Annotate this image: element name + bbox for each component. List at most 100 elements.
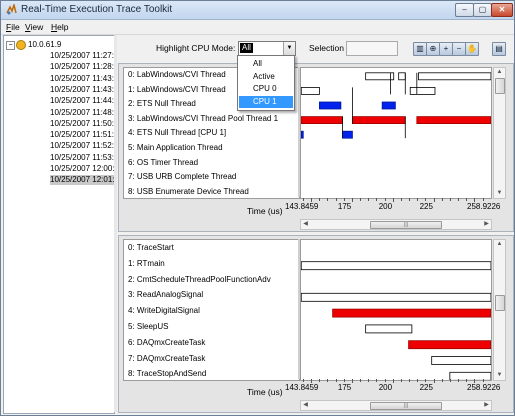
row-label[interactable]: 3: LabWindows/CVI Thread Pool Thread 1 bbox=[128, 113, 278, 125]
row-label[interactable]: 6: DAQmxCreateTask bbox=[128, 337, 205, 349]
row-label[interactable]: 0: TraceStart bbox=[128, 242, 174, 254]
zoom-box-icon[interactable]: ⊕ bbox=[426, 42, 440, 56]
row-label[interactable]: 7: DAQmxCreateTask bbox=[128, 353, 205, 365]
gantt-segment[interactable] bbox=[301, 116, 343, 124]
zoom-in-icon[interactable]: + bbox=[439, 42, 453, 56]
gantt-segment[interactable] bbox=[301, 86, 320, 95]
row-label[interactable]: 4: WriteDigitalSignal bbox=[128, 305, 200, 317]
row-label[interactable]: 5: SleepUS bbox=[128, 321, 168, 333]
tree-item[interactable]: 10/25/2007 11:43: bbox=[50, 85, 114, 95]
threads-vscroll[interactable]: ▲ ▼ bbox=[493, 67, 506, 199]
scroll-left-icon[interactable]: ◀ bbox=[301, 401, 310, 410]
tree-item[interactable]: 10/25/2007 11:52: bbox=[50, 141, 114, 151]
menu-file[interactable]: File bbox=[6, 22, 20, 32]
tree-item[interactable]: 10/25/2007 11:28: bbox=[50, 62, 114, 72]
scroll-right-icon[interactable]: ▶ bbox=[482, 401, 491, 410]
events-hscroll[interactable]: ◀ ||| ▶ bbox=[300, 400, 492, 411]
gantt-segment[interactable] bbox=[381, 101, 396, 110]
gantt-segment[interactable] bbox=[431, 356, 491, 365]
axis-minor-tick bbox=[474, 379, 476, 383]
gantt-segment[interactable] bbox=[409, 86, 436, 95]
scroll-thumb[interactable] bbox=[495, 295, 505, 311]
gantt-segment[interactable] bbox=[301, 130, 304, 139]
pan-hand-icon[interactable]: ✋ bbox=[465, 42, 479, 56]
maximize-button[interactable]: ▢ bbox=[473, 3, 492, 17]
row-label[interactable]: 1: LabWindows/CVI Thread bbox=[128, 84, 226, 96]
export-icon[interactable]: ▤ bbox=[492, 42, 506, 56]
gantt-segment[interactable] bbox=[352, 116, 406, 124]
row-label[interactable]: 6: OS Timer Thread bbox=[128, 157, 198, 169]
axis-minor-tick bbox=[409, 379, 411, 382]
row-label[interactable]: 3: ReadAnalogSignal bbox=[128, 289, 203, 301]
tree-item[interactable]: 10/25/2007 11:27: bbox=[50, 51, 114, 61]
axis-tick-label: 200 bbox=[378, 202, 393, 211]
dropdown-option[interactable]: Active bbox=[239, 71, 293, 83]
dropdown-option[interactable]: CPU 0 bbox=[239, 83, 293, 95]
menu-view[interactable]: View bbox=[25, 22, 43, 32]
tree-item[interactable]: 10/25/2007 12:00: bbox=[50, 164, 114, 174]
threads-hscroll[interactable]: ◀ ||| ▶ bbox=[300, 219, 492, 230]
session-tree[interactable]: − 10.0.61.9 10/25/2007 11:27: 10/25/2007 … bbox=[3, 35, 115, 414]
row-label[interactable]: 0: LabWindows/CVI Thread bbox=[128, 69, 226, 81]
events-label-list[interactable]: 0: TraceStart 1: RTmain 2: CmtScheduleThre… bbox=[123, 239, 300, 381]
tree-item[interactable]: 10/25/2007 11:51: bbox=[50, 130, 114, 140]
row-label[interactable]: 7: USB URB Complete Thread bbox=[128, 171, 236, 183]
dropdown-option[interactable]: CPU 1 bbox=[239, 95, 293, 108]
gantt-segment[interactable] bbox=[332, 308, 491, 318]
gantt-segment[interactable] bbox=[398, 72, 406, 81]
row-label[interactable]: 4: ETS Null Thread [CPU 1] bbox=[128, 127, 226, 139]
axis-minor-tick bbox=[368, 198, 370, 201]
gantt-segment[interactable] bbox=[301, 292, 491, 302]
row-label[interactable]: 1: RTmain bbox=[128, 258, 165, 270]
tree-item[interactable]: 10/25/2007 11:43: bbox=[50, 74, 114, 84]
row-label[interactable]: 2: CmtScheduleThreadPoolFunctionAdv bbox=[128, 274, 271, 286]
pane-splitter[interactable] bbox=[114, 35, 117, 412]
gantt-segment[interactable] bbox=[416, 116, 491, 124]
collapse-icon[interactable]: − bbox=[6, 41, 15, 50]
menu-help[interactable]: Help bbox=[51, 22, 68, 32]
close-button[interactable]: ✕ bbox=[491, 3, 513, 17]
scroll-thumb[interactable] bbox=[495, 78, 505, 94]
axis-minor-tick bbox=[425, 379, 427, 382]
events-plot[interactable] bbox=[300, 239, 492, 381]
row-label[interactable]: 2: ETS Null Thread bbox=[128, 98, 196, 110]
scroll-down-icon[interactable]: ▼ bbox=[494, 371, 505, 380]
row-label[interactable]: 8: USB Enumerate Device Thread bbox=[128, 186, 249, 198]
gantt-segment[interactable] bbox=[408, 340, 491, 350]
scroll-down-icon[interactable]: ▼ bbox=[494, 189, 505, 198]
tree-item[interactable]: 10/25/2007 11:48: bbox=[50, 108, 114, 118]
bar-chart-icon[interactable]: ▥ bbox=[413, 42, 427, 56]
scroll-left-icon[interactable]: ◀ bbox=[301, 220, 310, 229]
row-label[interactable]: 5: Main Application Thread bbox=[128, 142, 223, 154]
minimize-button[interactable]: – bbox=[455, 3, 474, 17]
hscroll-thumb[interactable]: ||| bbox=[370, 402, 442, 410]
events-vscroll[interactable]: ▲ ▼ bbox=[493, 239, 506, 381]
gantt-segment[interactable] bbox=[301, 261, 491, 271]
dropdown-option[interactable]: All bbox=[239, 58, 293, 70]
hscroll-thumb[interactable]: ||| bbox=[370, 221, 442, 229]
tree-item[interactable]: 10/25/2007 11:50: bbox=[50, 119, 114, 129]
title-bar[interactable]: Real-Time Execution Trace Toolkit – ▢ ✕ bbox=[1, 1, 514, 20]
cpu-mode-dropdown[interactable]: All Active CPU 0 CPU 1 bbox=[237, 55, 295, 111]
tree-item[interactable]: 10/25/2007 12:01: bbox=[50, 175, 114, 186]
scroll-right-icon[interactable]: ▶ bbox=[482, 220, 491, 229]
gantt-segment[interactable] bbox=[418, 72, 491, 81]
zoom-out-icon[interactable]: − bbox=[452, 42, 466, 56]
chevron-down-icon[interactable]: ▼ bbox=[283, 42, 295, 55]
gantt-segment[interactable] bbox=[365, 72, 395, 81]
threads-plot[interactable] bbox=[300, 67, 492, 199]
axis-minor-tick bbox=[368, 379, 370, 382]
scroll-up-icon[interactable]: ▲ bbox=[494, 68, 505, 77]
scroll-up-icon[interactable]: ▲ bbox=[494, 240, 505, 249]
gantt-segment[interactable] bbox=[449, 371, 491, 380]
tree-item[interactable]: 10/25/2007 11:44: bbox=[50, 96, 114, 106]
row-label[interactable]: 8: TraceStopAndSend bbox=[128, 368, 206, 380]
gantt-segment[interactable] bbox=[319, 101, 342, 110]
cpu-mode-select[interactable]: All ▼ bbox=[238, 41, 296, 56]
selection-field[interactable] bbox=[346, 41, 398, 56]
gantt-segment[interactable] bbox=[365, 324, 413, 334]
gantt-segment[interactable] bbox=[342, 130, 353, 139]
axis-minor-tick bbox=[311, 379, 313, 383]
tree-item[interactable]: 10/25/2007 11:53: bbox=[50, 153, 114, 163]
axis-minor-tick bbox=[425, 198, 427, 201]
